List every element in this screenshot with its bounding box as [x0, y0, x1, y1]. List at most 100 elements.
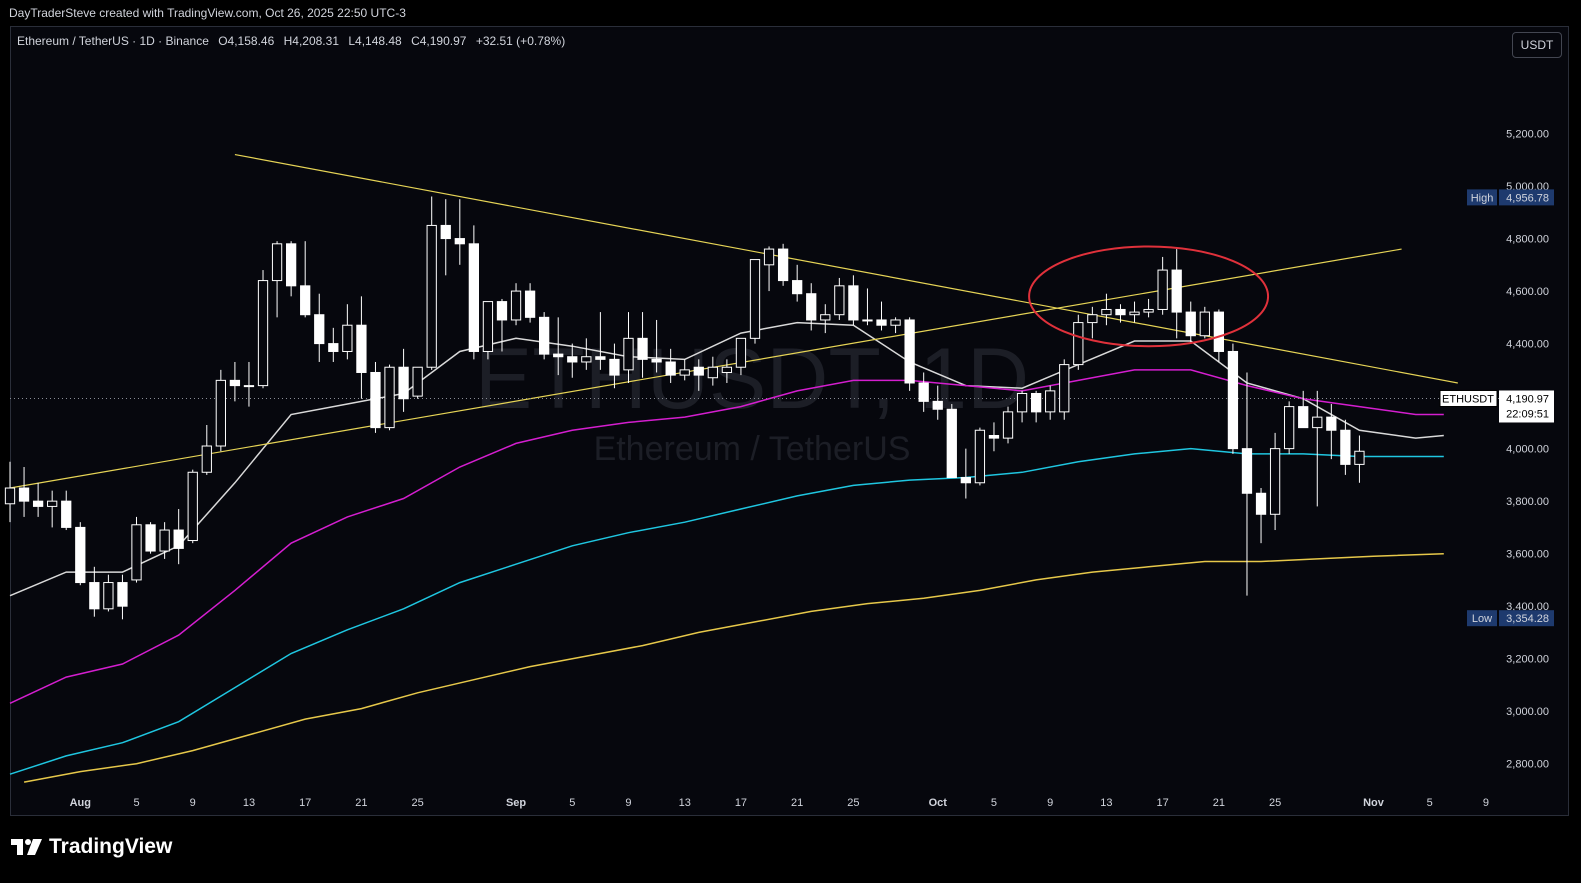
candle-body: [1030, 392, 1042, 413]
candle: [229, 361, 241, 402]
candle-body: [468, 243, 480, 352]
low-marker-value: 3,354.28: [1506, 613, 1549, 625]
tradingview-brand[interactable]: TradingView: [11, 835, 172, 859]
candle: [904, 317, 915, 391]
x-tick-label: Aug: [70, 797, 91, 809]
candle: [1087, 306, 1098, 339]
candle-body: [581, 356, 592, 363]
candle-body: [974, 429, 986, 484]
candle-body: [328, 343, 339, 352]
x-tick-label: 25: [1269, 797, 1281, 809]
candle-body: [1284, 406, 1295, 450]
candle: [426, 196, 437, 370]
candle: [1269, 432, 1281, 531]
candle-body: [651, 358, 662, 363]
candle: [117, 574, 128, 620]
candle-body: [314, 314, 325, 345]
candle: [1298, 390, 1309, 429]
candle: [103, 574, 114, 612]
candle: [1199, 306, 1210, 339]
candle-body: [567, 356, 578, 363]
candle-body: [342, 324, 353, 352]
candle-body: [679, 369, 690, 376]
candle-body: [1326, 416, 1337, 431]
candle-body: [890, 319, 901, 326]
candle: [454, 199, 465, 265]
candle: [356, 296, 367, 399]
candle-body: [285, 243, 297, 287]
candle-body: [1227, 350, 1239, 450]
candle: [440, 199, 451, 276]
candle-body: [1002, 411, 1014, 439]
candle: [1059, 359, 1070, 420]
candle: [75, 522, 86, 586]
candle: [61, 490, 72, 531]
candle: [271, 241, 283, 318]
y-tick-label: 3,600.00: [1506, 549, 1549, 561]
candle: [398, 348, 409, 412]
high-marker-label: High: [1471, 192, 1494, 204]
candle-body: [862, 319, 873, 322]
candle-body: [1312, 416, 1323, 429]
x-tick-label: 5: [133, 797, 139, 809]
candle: [285, 241, 297, 297]
candle-body: [1045, 390, 1056, 413]
candle-body: [215, 379, 226, 447]
candle-body: [637, 337, 648, 360]
x-tick-label: 21: [355, 797, 367, 809]
candle: [412, 366, 423, 399]
candle-body: [1087, 314, 1098, 324]
candle-body: [201, 445, 212, 473]
candle-body: [1143, 308, 1154, 313]
candle-body: [777, 248, 789, 282]
high-marker-value: 4,956.78: [1506, 192, 1549, 204]
candle-body: [1298, 406, 1309, 429]
candle-body: [412, 366, 423, 397]
symbol-description[interactable]: Ethereum / TetherUS · 1D · Binance: [17, 34, 209, 48]
price-tag-value: 4,190.97: [1506, 393, 1549, 405]
candle: [1171, 249, 1182, 339]
candle-body: [131, 524, 142, 581]
candle: [1227, 343, 1239, 454]
candle-body: [749, 259, 761, 339]
candle-body: [735, 337, 747, 368]
x-tick-label: 13: [1100, 797, 1112, 809]
candle-body: [1157, 269, 1168, 310]
candle-body: [1185, 311, 1196, 337]
candle-body: [834, 285, 845, 316]
price-chart[interactable]: ETHUSDT, 1DEthereum / TetherUS2,800.003,…: [0, 0, 1581, 883]
x-tick-label: 25: [412, 797, 424, 809]
candle: [1284, 401, 1295, 454]
candle-body: [1255, 492, 1267, 515]
candle-body: [32, 500, 44, 507]
candle-body: [440, 224, 451, 240]
candle-body: [553, 353, 564, 358]
candle-body: [623, 337, 634, 371]
x-tick-label: 9: [625, 797, 631, 809]
candle: [32, 482, 44, 517]
candle: [749, 259, 761, 344]
price-tag-countdown: 22:09:51: [1506, 408, 1549, 420]
candle: [131, 516, 142, 583]
candle: [468, 225, 480, 360]
candle-body: [848, 285, 859, 321]
candle: [1129, 301, 1140, 323]
candle-body: [1101, 308, 1112, 316]
candle: [1185, 301, 1196, 344]
candle-body: [300, 285, 311, 316]
x-tick-label: 21: [791, 797, 803, 809]
candle-body: [159, 529, 170, 552]
candle-body: [1241, 448, 1253, 494]
candle: [876, 301, 887, 331]
candle-body: [454, 238, 465, 245]
x-tick-label: 5: [1427, 797, 1433, 809]
x-tick-label: 5: [991, 797, 997, 809]
high-marker: High 4,956.78: [1467, 189, 1554, 206]
x-tick-label: 9: [1483, 797, 1489, 809]
x-tick-label: 17: [299, 797, 311, 809]
brand-name: TradingView: [49, 835, 173, 858]
y-tick-label: 3,200.00: [1506, 654, 1549, 666]
currency-unit-button[interactable]: USDT: [1512, 32, 1562, 58]
ohlc-close: C4,190.97: [411, 34, 467, 48]
candle-body: [482, 301, 494, 352]
